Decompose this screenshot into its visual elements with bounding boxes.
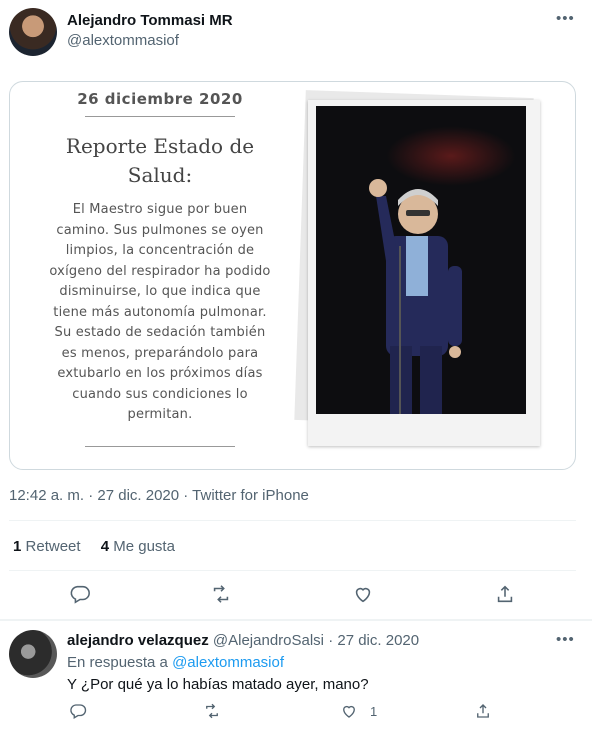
tweet-stats: 1 Retweet 4 Me gusta [13,538,175,555]
author-name[interactable]: Alejandro Tommasi MR [67,12,233,29]
reply-actions: 1 [0,702,592,724]
tweet-media-image[interactable]: 26 diciembre 2020 Reporte Estado de Salu… [9,81,576,470]
reply-icon [70,704,87,719]
ellipsis-icon[interactable]: ••• [556,631,575,648]
document-body-line: cuando sus condiciones lo [72,386,248,402]
document-body: El Maestro sigue por buen camino. Sus pu… [40,200,280,426]
retweet-count-link[interactable]: 1 Retweet [13,538,81,555]
like-icon [355,587,371,603]
reply-retweet-button[interactable] [203,702,221,720]
reply-date[interactable]: 27 dic. 2020 [337,632,419,649]
document-body-line: El Maestro sigue por buen [72,202,248,217]
tweet-timestamp[interactable]: 12:42 a. m. · 27 dic. 2020 · Twitter for… [9,487,309,504]
like-count: 4 [100,538,110,555]
share-icon [497,585,513,603]
document-body-line: tiene más autonomía pulmonar. [53,304,267,320]
document-divider [85,116,235,117]
retweet-button[interactable] [207,580,235,608]
singer-figure [369,179,462,414]
author-handle[interactable]: @alextommasiof [67,32,179,49]
reply-prefix: En respuesta a [67,654,168,671]
reply-author-handle[interactable]: @AlejandroSalsi [213,632,324,649]
document-divider [85,446,235,447]
reply-author-avatar[interactable] [9,630,57,678]
like-label: Me gusta [113,538,175,555]
document-body-line: extubarlo en los próximos días [57,366,263,381]
ellipsis-icon[interactable]: ••• [556,10,575,27]
divider [9,520,576,521]
document-body-line: camino. Sus pulmones se oyen [56,222,264,238]
share-icon [477,704,489,718]
document-title: Reporte Estado de Salud: [40,132,280,190]
document-title-line: Reporte Estado de [65,134,255,158]
singer-photo [316,106,526,414]
author-avatar[interactable] [9,8,57,56]
retweet-label: Retweet [25,538,81,555]
reply-separator: · [328,632,334,649]
share-button[interactable] [491,580,519,608]
reply-button[interactable] [66,580,94,608]
document-body-line: oxígeno del respirador ha podido [49,263,271,279]
document-body-line: es menos, preparándolo para [61,345,259,361]
like-count-link[interactable]: 4 Me gusta [101,538,175,555]
retweet-count: 1 [13,538,22,555]
divider [9,570,576,571]
reply-like-button[interactable]: 1 [340,702,377,720]
like-icon [343,705,355,718]
tweet-actions [0,580,592,612]
reply-author-name[interactable]: alejandro velazquez [67,632,209,649]
photo-frame [308,100,540,446]
reply-share-button[interactable] [474,702,492,720]
document-title-line: Salud: [127,163,193,187]
document-body-line: limpios, la concentración de [65,243,255,258]
document-date: 26 diciembre 2020 [77,90,243,108]
reply-text: Y ¿Por qué ya lo habías matado ayer, man… [67,676,369,693]
reply-like-count: 1 [370,703,378,719]
section-divider [0,619,592,621]
reply-header: alejandro velazquez @AlejandroSalsi · 27… [67,632,419,649]
reply-to-link[interactable]: @alextommasiof [172,654,284,671]
reply-context: En respuesta a @alextommasiof [67,654,284,671]
reply-reply-button[interactable] [69,702,87,720]
document-body-line: disminuirse, lo que indica que [59,284,261,299]
reply-icon [70,585,90,604]
retweet-icon [206,703,218,719]
document-body-line: Su estado de sedación también [54,325,266,340]
retweet-icon [213,585,229,603]
document-body-line: permitan. [127,407,193,422]
like-button[interactable] [349,580,377,608]
